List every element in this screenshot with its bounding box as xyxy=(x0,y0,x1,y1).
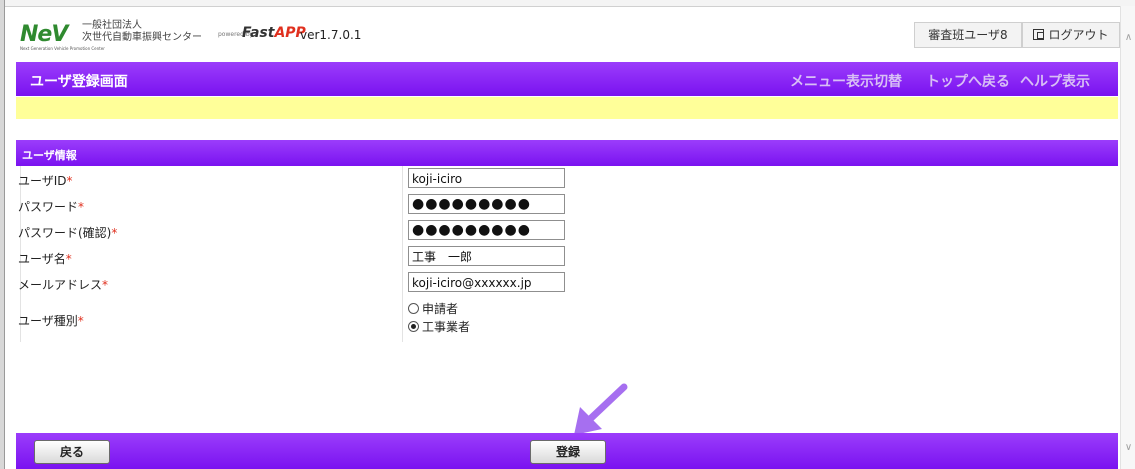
radio-applicant[interactable]: 申請者 xyxy=(408,300,458,317)
arrow-icon xyxy=(574,383,628,435)
user-name-label: ユーザ名* xyxy=(18,252,72,266)
form-column-divider xyxy=(402,166,403,342)
required-mark: * xyxy=(65,252,72,266)
app-header: NeV Next Generation Vehicle Promotion Ce… xyxy=(16,14,1120,58)
title-bar: ユーザ登録画面 メニュー表示切替 トップへ戻る ヘルプ表示 xyxy=(16,62,1118,96)
user-name-field[interactable]: 工事 一郎 xyxy=(408,246,565,266)
message-bar xyxy=(16,97,1118,119)
logout-button[interactable]: ログアウト xyxy=(1022,22,1120,48)
brand-fast: Fast xyxy=(242,25,275,41)
required-mark: * xyxy=(66,174,73,188)
required-mark: * xyxy=(102,278,109,292)
help-link[interactable]: ヘルプ表示 xyxy=(1020,71,1090,91)
current-user-label: 審査班ユーザ8 xyxy=(914,22,1022,48)
password-field[interactable]: ●●●●●●●●● xyxy=(408,194,565,214)
org-line-1: 一般社団法人 xyxy=(82,20,142,31)
footer-bar: 戻る 登録 xyxy=(16,433,1118,469)
back-to-top-link[interactable]: トップへ戻る xyxy=(926,71,1010,91)
back-button[interactable]: 戻る xyxy=(34,440,110,464)
register-button[interactable]: 登録 xyxy=(530,440,606,464)
logo-subtext: Next Generation Vehicle Promotion Center xyxy=(20,46,105,51)
section-title: ユーザ情報 xyxy=(22,149,77,162)
scroll-up-icon[interactable]: ∧ xyxy=(1121,32,1135,44)
radio-off-icon xyxy=(408,303,419,314)
window-top-edge xyxy=(0,0,1135,7)
section-header: ユーザ情報 xyxy=(16,140,1118,166)
user-id-field[interactable]: koji-iciro xyxy=(408,168,565,188)
menu-toggle-link[interactable]: メニュー表示切替 xyxy=(790,71,902,91)
radio-contractor-label: 工事業者 xyxy=(422,320,471,334)
email-field[interactable]: koji-iciro@xxxxxx.jp xyxy=(408,272,565,292)
required-mark: * xyxy=(77,314,84,328)
organization-name: 一般社団法人 次世代自動車振興センター xyxy=(82,20,202,44)
vertical-scrollbar[interactable]: ∧ ∨ xyxy=(1120,6,1135,469)
fastapp-brand: FastAPP xyxy=(242,25,306,41)
required-mark: * xyxy=(78,200,85,214)
required-mark: * xyxy=(111,226,118,240)
app-version: ver1.7.0.1 xyxy=(300,28,362,42)
radio-on-icon xyxy=(408,321,419,332)
scroll-down-icon[interactable]: ∨ xyxy=(1121,442,1135,454)
radio-applicant-label: 申請者 xyxy=(422,302,459,316)
user-type-label: ユーザ種別* xyxy=(18,314,84,328)
nev-logo: NeV Next Generation Vehicle Promotion Ce… xyxy=(20,22,105,52)
logout-icon xyxy=(1033,29,1045,40)
password-confirm-field[interactable]: ●●●●●●●●● xyxy=(408,220,565,240)
logout-label: ログアウト xyxy=(1048,28,1109,42)
password-confirm-label: パスワード(確認)* xyxy=(18,226,118,240)
page-title: ユーザ登録画面 xyxy=(30,74,128,90)
password-label: パスワード* xyxy=(18,200,85,214)
logo-text: NeV xyxy=(20,22,68,47)
radio-contractor[interactable]: 工事業者 xyxy=(408,318,470,335)
window-left-edge xyxy=(0,0,5,469)
user-id-label: ユーザID* xyxy=(18,174,73,188)
email-label: メールアドレス* xyxy=(18,278,109,292)
org-line-2: 次世代自動車振興センター xyxy=(82,32,202,43)
